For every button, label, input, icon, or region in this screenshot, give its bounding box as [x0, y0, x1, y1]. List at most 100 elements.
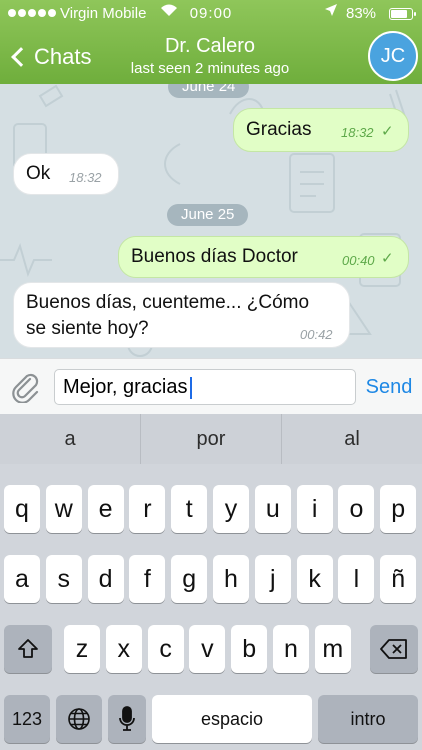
location-arrow-icon [324, 3, 338, 20]
read-check-icon: ✓ [381, 123, 394, 140]
date-separator: June 25 [167, 204, 249, 226]
send-button[interactable]: Send [360, 376, 418, 399]
globe-icon [56, 695, 102, 747]
message-composer: Mejor, gracias Send [0, 358, 422, 414]
key-g[interactable]: g [171, 555, 208, 603]
text-caret [189, 376, 192, 399]
message-bubble-outgoing[interactable]: Gracias 18:32 ✓ [233, 108, 409, 152]
message-time: 18:32 [341, 125, 374, 140]
key-label: o [349, 495, 364, 523]
return-key[interactable]: intro [318, 695, 418, 743]
message-input[interactable]: Mejor, gracias [54, 369, 356, 405]
predictive-bar: a por al [0, 414, 422, 464]
last-seen-status: last seen 2 minutes ago [130, 60, 290, 77]
back-to-chats-button[interactable]: Chats [6, 40, 91, 74]
key-b[interactable]: b [231, 625, 268, 673]
key-label: x [117, 635, 131, 663]
dictation-key[interactable] [108, 695, 146, 743]
status-bar: Virgin Mobile 09:00 83% [0, 0, 422, 28]
key-label: b [242, 635, 257, 663]
key-label: r [143, 495, 152, 523]
key-c[interactable]: c [147, 625, 184, 673]
key-label: y [224, 495, 238, 523]
key-j[interactable]: j [254, 555, 291, 603]
key-label: m [322, 635, 344, 663]
read-check-icon: ✓ [381, 250, 394, 267]
key-y[interactable]: y [213, 485, 249, 533]
key-z[interactable]: z [64, 625, 100, 673]
message-time: 00:40 [342, 253, 375, 268]
key-label: j [270, 565, 276, 593]
key-label: q [15, 495, 29, 523]
message-text: Gracias [246, 119, 312, 140]
message-bubble-incoming[interactable]: Ok 18:32 [13, 153, 119, 195]
key-t[interactable]: t [171, 485, 208, 533]
key-label: g [182, 565, 197, 593]
space-key[interactable]: espacio [152, 695, 312, 743]
microphone-icon [108, 695, 146, 748]
contact-avatar[interactable]: JC [368, 31, 418, 81]
message-bubble-outgoing[interactable]: Buenos días Doctor 00:40 ✓ [118, 236, 409, 278]
key-d[interactable]: d [87, 555, 124, 603]
return-key-label: intro [350, 709, 386, 729]
key-label: d [98, 565, 113, 593]
key-label: t [185, 495, 193, 523]
keyboard: a por al qwertyuiopasdfghjklñzxcvbnm 123… [0, 414, 422, 750]
key-s[interactable]: s [45, 555, 82, 603]
key-v[interactable]: v [189, 625, 226, 673]
key-a[interactable]: a [4, 555, 40, 603]
numbers-key[interactable]: 123 [4, 695, 50, 743]
key-f[interactable]: f [129, 555, 166, 603]
key-label: ñ [391, 565, 406, 593]
message-input-value: Mejor, gracias [63, 376, 188, 398]
key-label: n [284, 635, 298, 663]
key-h[interactable]: h [213, 555, 249, 603]
key-u[interactable]: u [254, 485, 291, 533]
battery-percent: 83% [346, 5, 377, 22]
key-o[interactable]: o [338, 485, 375, 533]
key-r[interactable]: r [129, 485, 166, 533]
key-label: l [353, 565, 360, 593]
message-text: Buenos días Doctor [131, 246, 298, 267]
suggestion[interactable]: por [141, 414, 282, 464]
shift-key[interactable] [4, 625, 52, 673]
key-i[interactable]: i [296, 485, 333, 533]
message-time: 18:32 [69, 170, 102, 185]
date-separator: June 24 [168, 84, 250, 98]
key-label: v [201, 635, 214, 663]
key-w[interactable]: w [45, 485, 82, 533]
numbers-key-label: 123 [11, 709, 43, 729]
key-label: e [98, 495, 113, 523]
shift-arrow-icon [4, 625, 52, 676]
key-p[interactable]: p [380, 485, 417, 533]
contact-name[interactable]: Dr. Calero [90, 35, 330, 58]
key-label: u [265, 495, 280, 523]
delete-key[interactable] [370, 625, 418, 673]
suggestion[interactable]: al [282, 414, 422, 464]
key-label: s [57, 565, 71, 593]
key-ñ[interactable]: ñ [380, 555, 417, 603]
paperclip-icon[interactable] [10, 371, 42, 404]
message-bubble-incoming[interactable]: Buenos días, cuenteme... ¿Cómo se siente… [13, 282, 350, 348]
key-l[interactable]: l [338, 555, 375, 603]
key-x[interactable]: x [105, 625, 142, 673]
suggestion[interactable]: a [0, 414, 141, 464]
key-k[interactable]: k [296, 555, 333, 603]
globe-key[interactable] [56, 695, 102, 743]
message-text-line: Buenos días, cuenteme... ¿Cómo [26, 292, 310, 313]
backspace-icon [370, 625, 418, 675]
key-label: k [308, 565, 321, 593]
key-label: i [311, 495, 318, 523]
chat-header: Virgin Mobile 09:00 83% Chats Dr. Calero… [0, 0, 422, 84]
battery-icon [389, 8, 416, 20]
key-label: h [224, 565, 238, 593]
key-label: z [75, 635, 89, 663]
key-m[interactable]: m [314, 625, 351, 673]
key-n[interactable]: n [273, 625, 309, 673]
message-list[interactable]: June 24 Gracias 18:32 ✓ Ok 18:32 June 25… [0, 84, 422, 358]
message-text: Ok [26, 163, 51, 184]
chevron-left-icon [11, 47, 31, 67]
key-label: w [54, 495, 73, 523]
key-e[interactable]: e [87, 485, 124, 533]
key-q[interactable]: q [4, 485, 40, 533]
